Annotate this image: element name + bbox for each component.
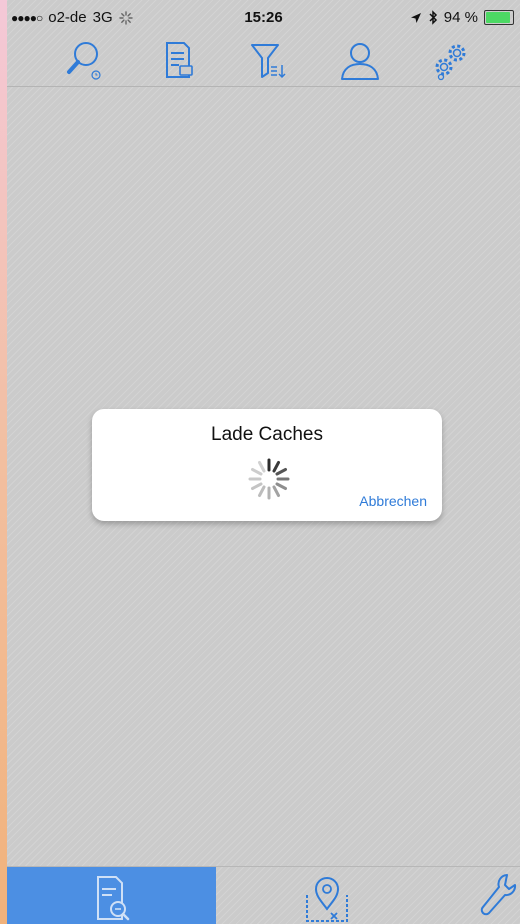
filter-sort-icon xyxy=(251,44,286,79)
tab-map[interactable] xyxy=(297,867,357,924)
tab-tools[interactable] xyxy=(473,867,520,924)
bottom-tab-bar xyxy=(7,866,520,924)
tab-search-list[interactable] xyxy=(7,867,216,924)
settings-button[interactable] xyxy=(427,38,477,84)
dialog-title: Lade Caches xyxy=(211,424,323,445)
user-button[interactable] xyxy=(335,38,385,84)
left-edge-strip xyxy=(0,0,7,924)
battery-icon xyxy=(484,10,514,25)
loading-spinner-icon xyxy=(248,458,290,500)
battery-fill xyxy=(486,12,511,23)
search-history-button[interactable] xyxy=(59,38,109,84)
search-history-icon xyxy=(67,42,101,80)
status-right: 94 % xyxy=(410,9,514,26)
list-icon xyxy=(166,42,193,78)
settings-icon xyxy=(435,44,466,81)
user-icon xyxy=(341,43,379,80)
location-arrow-icon xyxy=(410,12,421,23)
wrench-icon xyxy=(480,874,516,916)
list-button[interactable] xyxy=(153,38,203,84)
battery-percent: 94 % xyxy=(443,9,478,26)
search-list-icon xyxy=(96,876,129,921)
status-bar: ●●●●○ o2-de 3G 15:26 94 % xyxy=(7,0,520,36)
app-screen: ●●●●○ o2-de 3G 15:26 94 % Lade Caches Ab… xyxy=(7,0,520,924)
map-pin-icon xyxy=(306,877,348,922)
bluetooth-icon xyxy=(429,10,437,25)
filter-sort-button[interactable] xyxy=(243,38,293,84)
loading-dialog: Lade Caches Abbrechen xyxy=(92,409,442,521)
cancel-button[interactable]: Abbrechen xyxy=(359,493,427,509)
top-toolbar xyxy=(7,36,520,87)
